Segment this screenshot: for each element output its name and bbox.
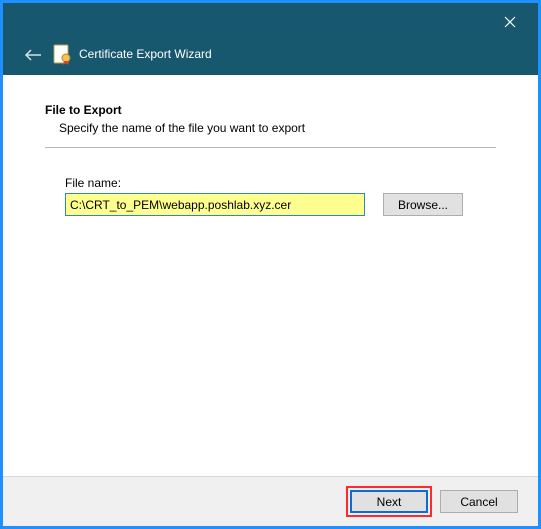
cancel-button[interactable]: Cancel: [440, 490, 518, 513]
wizard-title: Certificate Export Wizard: [79, 47, 212, 61]
back-button[interactable]: [21, 45, 45, 65]
certificate-icon: [51, 43, 73, 65]
section-title: File to Export: [45, 103, 496, 117]
browse-button[interactable]: Browse...: [383, 193, 463, 216]
back-arrow-icon: [24, 48, 42, 62]
next-highlight: Next: [346, 486, 432, 517]
section-subtitle: Specify the name of the file you want to…: [45, 121, 496, 135]
file-field-area: File name: Browse...: [65, 176, 476, 216]
next-button[interactable]: Next: [350, 490, 428, 513]
divider: [45, 147, 496, 148]
file-row: Browse...: [65, 193, 476, 216]
wizard-header: Certificate Export Wizard: [3, 3, 538, 75]
file-name-input[interactable]: [65, 193, 365, 216]
close-button[interactable]: [496, 11, 524, 33]
wizard-content: File to Export Specify the name of the f…: [3, 75, 538, 216]
close-icon: [504, 16, 516, 28]
file-label: File name:: [65, 176, 476, 190]
wizard-footer: Next Cancel: [3, 476, 538, 526]
